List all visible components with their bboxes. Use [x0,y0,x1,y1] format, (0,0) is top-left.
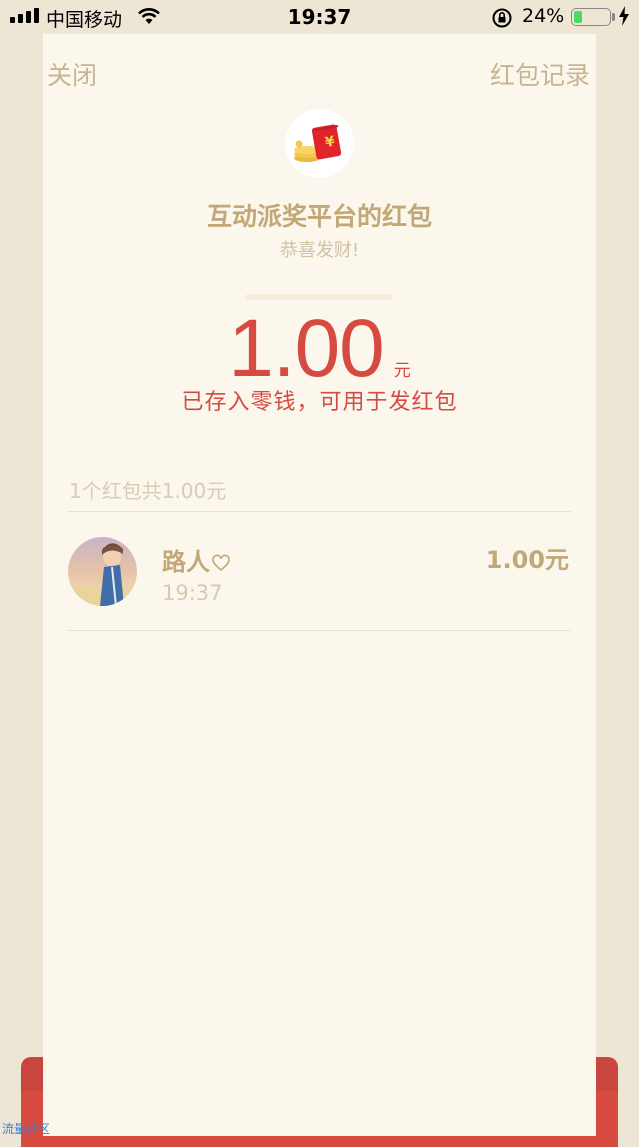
red-packet-records-button[interactable]: 红包记录 [490,56,590,92]
sender-avatar: ¥ [285,109,354,178]
packet-greeting: 恭喜发财! [279,240,360,261]
deposit-notice[interactable]: 已存入零钱，可用于发红包 [43,384,596,416]
charging-icon [618,6,630,30]
red-packet-detail-card: 关闭 红包记录 ¥ 互动派奖平台的红包 恭喜发财! 1.00 元 已存入零钱，可用… [43,34,596,1136]
packet-title: 互动派奖平台的红包 [206,202,432,231]
receiver-name: 路人 [162,542,230,578]
amount-unit: 元 [393,361,411,381]
heart-icon [212,550,230,578]
rotation-lock-icon [491,7,513,33]
amount-display: 1.00 元 [43,302,596,396]
receiver-avatar [68,537,137,606]
receive-time: 19:37 [162,581,223,605]
battery-icon [571,8,611,26]
packet-summary: 1个红包共1.00元 [69,479,227,503]
battery-tip [612,13,615,21]
watermark: 流量社区 [2,1122,51,1136]
receive-amount: 1.00元 [485,546,569,574]
status-bar: 中国移动 19:37 24% [0,0,639,34]
received-amount: 1.00 [228,303,385,394]
amount-highlight [245,294,393,300]
list-item[interactable]: 路人 19:37 1.00元 [68,512,571,630]
battery-percent: 24% [522,5,565,27]
close-button[interactable]: 关闭 [47,56,97,92]
divider [68,630,571,631]
